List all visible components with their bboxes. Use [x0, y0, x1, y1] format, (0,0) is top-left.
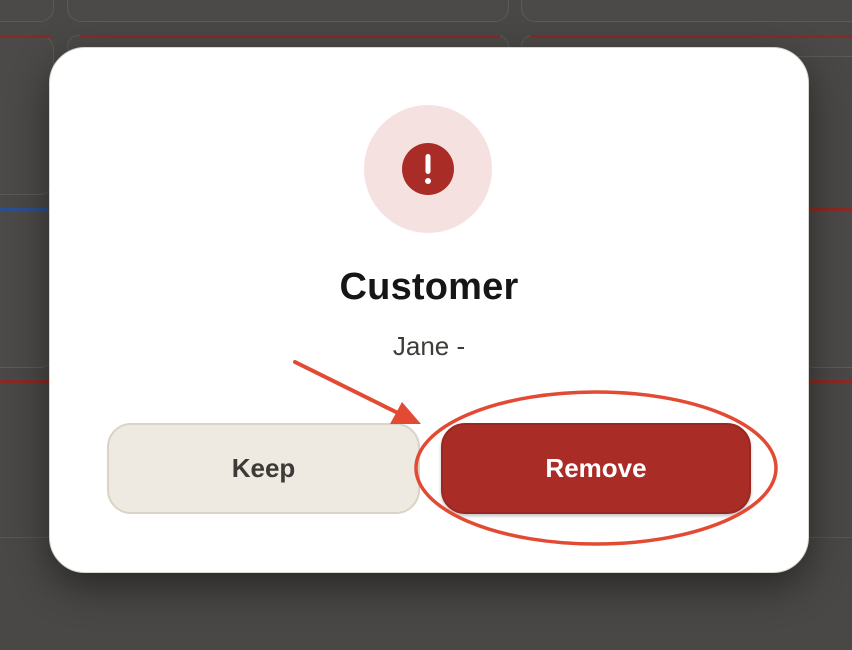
background-stripe [0, 208, 48, 211]
background-stripe [530, 35, 852, 38]
keep-button[interactable]: Keep [107, 423, 420, 514]
remove-button-label: Remove [545, 453, 647, 483]
background-stripe [806, 208, 852, 211]
background-stripe [0, 35, 52, 38]
confirm-remove-dialog: Customer Jane - Keep Remove [49, 47, 809, 573]
keep-button-label: Keep [231, 453, 296, 483]
dialog-title: Customer [339, 266, 519, 308]
background-card [0, 208, 54, 368]
background-stripe [0, 380, 52, 383]
alert-badge [364, 105, 492, 233]
background-card [0, 0, 54, 22]
background-stripe [806, 380, 852, 383]
remove-button[interactable]: Remove [441, 423, 751, 514]
dialog-subtitle: Jane - [392, 331, 466, 361]
alert-circle-icon [402, 143, 454, 195]
background-card [67, 0, 509, 22]
background-card [521, 0, 852, 22]
background-card [0, 35, 54, 195]
background-stripe [80, 35, 500, 38]
